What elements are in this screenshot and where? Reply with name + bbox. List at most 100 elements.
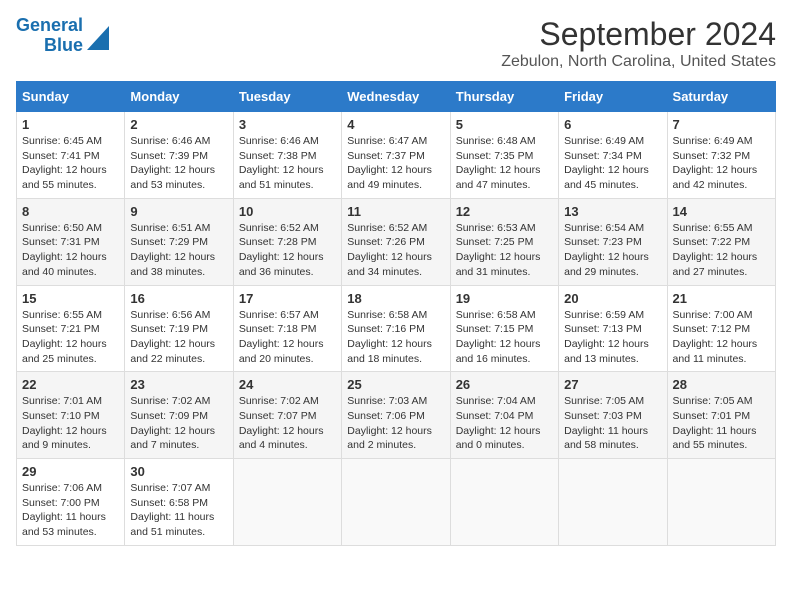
day-number: 26 <box>456 377 553 392</box>
day-number: 30 <box>130 464 227 479</box>
day-number: 28 <box>673 377 770 392</box>
logo-text: General <box>16 16 83 36</box>
day-number: 29 <box>22 464 119 479</box>
day-number: 13 <box>564 204 661 219</box>
calendar-cell: 27 Sunrise: 7:05 AMSunset: 7:03 PMDayligh… <box>559 372 667 459</box>
day-number: 22 <box>22 377 119 392</box>
day-number: 23 <box>130 377 227 392</box>
calendar-cell: 8 Sunrise: 6:50 AMSunset: 7:31 PMDaylight… <box>17 198 125 285</box>
day-number: 18 <box>347 291 444 306</box>
calendar-cell: 17Sunrise: 6:57 AMSunset: 7:18 PMDayligh… <box>233 285 341 372</box>
day-number: 27 <box>564 377 661 392</box>
day-info: Sunrise: 6:52 AMSunset: 7:26 PMDaylight:… <box>347 221 444 280</box>
day-number: 11 <box>347 204 444 219</box>
logo-icon <box>87 22 109 50</box>
day-info: Sunrise: 6:58 AMSunset: 7:16 PMDaylight:… <box>347 308 444 367</box>
day-info: Sunrise: 6:46 AMSunset: 7:39 PMDaylight:… <box>130 134 227 193</box>
day-info: Sunrise: 7:01 AMSunset: 7:10 PMDaylight:… <box>22 394 119 453</box>
col-header-monday: Monday <box>125 82 233 112</box>
day-info: Sunrise: 6:46 AMSunset: 7:38 PMDaylight:… <box>239 134 336 193</box>
day-info: Sunrise: 6:55 AMSunset: 7:22 PMDaylight:… <box>673 221 770 280</box>
logo-text2: Blue <box>44 36 83 56</box>
calendar-cell: 20Sunrise: 6:59 AMSunset: 7:13 PMDayligh… <box>559 285 667 372</box>
day-info: Sunrise: 6:50 AMSunset: 7:31 PMDaylight:… <box>22 221 119 280</box>
calendar-cell: 16 Sunrise: 6:56 AMSunset: 7:19 PMDayligh… <box>125 285 233 372</box>
day-number: 10 <box>239 204 336 219</box>
col-header-saturday: Saturday <box>667 82 775 112</box>
day-info: Sunrise: 7:02 AMSunset: 7:07 PMDaylight:… <box>239 394 336 453</box>
calendar-cell: 7 Sunrise: 6:49 AMSunset: 7:32 PMDaylight… <box>667 112 775 199</box>
calendar-cell <box>342 459 450 546</box>
calendar-cell: 30Sunrise: 7:07 AMSunset: 6:58 PMDayligh… <box>125 459 233 546</box>
day-number: 5 <box>456 117 553 132</box>
day-info: Sunrise: 7:00 AMSunset: 7:12 PMDaylight:… <box>673 308 770 367</box>
calendar-cell: 4 Sunrise: 6:47 AMSunset: 7:37 PMDaylight… <box>342 112 450 199</box>
calendar-subtitle: Zebulon, North Carolina, United States <box>501 53 776 71</box>
day-info: Sunrise: 6:54 AMSunset: 7:23 PMDaylight:… <box>564 221 661 280</box>
calendar-cell: 3 Sunrise: 6:46 AMSunset: 7:38 PMDaylight… <box>233 112 341 199</box>
calendar-cell: 12 Sunrise: 6:53 AMSunset: 7:25 PMDayligh… <box>450 198 558 285</box>
day-info: Sunrise: 6:48 AMSunset: 7:35 PMDaylight:… <box>456 134 553 193</box>
calendar-cell: 13 Sunrise: 6:54 AMSunset: 7:23 PMDayligh… <box>559 198 667 285</box>
calendar-cell <box>233 459 341 546</box>
col-header-wednesday: Wednesday <box>342 82 450 112</box>
day-info: Sunrise: 6:55 AMSunset: 7:21 PMDaylight:… <box>22 308 119 367</box>
day-info: Sunrise: 7:05 AMSunset: 7:01 PMDaylight:… <box>673 394 770 453</box>
day-info: Sunrise: 7:02 AMSunset: 7:09 PMDaylight:… <box>130 394 227 453</box>
calendar-cell: 24 Sunrise: 7:02 AMSunset: 7:07 PMDayligh… <box>233 372 341 459</box>
day-info: Sunrise: 6:52 AMSunset: 7:28 PMDaylight:… <box>239 221 336 280</box>
calendar-cell: 22 Sunrise: 7:01 AMSunset: 7:10 PMDayligh… <box>17 372 125 459</box>
day-info: Sunrise: 6:49 AMSunset: 7:32 PMDaylight:… <box>673 134 770 193</box>
calendar-cell: 19 Sunrise: 6:58 AMSunset: 7:15 PMDayligh… <box>450 285 558 372</box>
day-info: Sunrise: 6:45 AMSunset: 7:41 PMDaylight:… <box>22 134 119 193</box>
calendar-cell: 28 Sunrise: 7:05 AMSunset: 7:01 PMDayligh… <box>667 372 775 459</box>
calendar-cell: 23 Sunrise: 7:02 AMSunset: 7:09 PMDayligh… <box>125 372 233 459</box>
title-block: September 2024 Zebulon, North Carolina, … <box>501 16 776 71</box>
day-number: 3 <box>239 117 336 132</box>
calendar-cell <box>559 459 667 546</box>
col-header-thursday: Thursday <box>450 82 558 112</box>
page-header: General Blue September 2024 Zebulon, Nor… <box>16 16 776 71</box>
day-number: 20 <box>564 291 661 306</box>
calendar-cell: 2 Sunrise: 6:46 AMSunset: 7:39 PMDaylight… <box>125 112 233 199</box>
day-number: 12 <box>456 204 553 219</box>
day-info: Sunrise: 6:47 AMSunset: 7:37 PMDaylight:… <box>347 134 444 193</box>
calendar-cell: 10 Sunrise: 6:52 AMSunset: 7:28 PMDayligh… <box>233 198 341 285</box>
day-info: Sunrise: 6:56 AMSunset: 7:19 PMDaylight:… <box>130 308 227 367</box>
day-number: 8 <box>22 204 119 219</box>
day-number: 7 <box>673 117 770 132</box>
col-header-sunday: Sunday <box>17 82 125 112</box>
day-number: 16 <box>130 291 227 306</box>
calendar-cell <box>450 459 558 546</box>
day-info: Sunrise: 7:03 AMSunset: 7:06 PMDaylight:… <box>347 394 444 453</box>
calendar-cell: 29 Sunrise: 7:06 AMSunset: 7:00 PMDayligh… <box>17 459 125 546</box>
calendar-cell: 21 Sunrise: 7:00 AMSunset: 7:12 PMDayligh… <box>667 285 775 372</box>
col-header-tuesday: Tuesday <box>233 82 341 112</box>
calendar-table: SundayMondayTuesdayWednesdayThursdayFrid… <box>16 81 776 546</box>
day-number: 21 <box>673 291 770 306</box>
day-number: 15 <box>22 291 119 306</box>
day-info: Sunrise: 6:53 AMSunset: 7:25 PMDaylight:… <box>456 221 553 280</box>
calendar-cell: 25Sunrise: 7:03 AMSunset: 7:06 PMDayligh… <box>342 372 450 459</box>
calendar-cell: 6 Sunrise: 6:49 AMSunset: 7:34 PMDaylight… <box>559 112 667 199</box>
day-number: 24 <box>239 377 336 392</box>
day-number: 4 <box>347 117 444 132</box>
calendar-cell: 15 Sunrise: 6:55 AMSunset: 7:21 PMDayligh… <box>17 285 125 372</box>
day-info: Sunrise: 6:57 AMSunset: 7:18 PMDaylight:… <box>239 308 336 367</box>
day-number: 2 <box>130 117 227 132</box>
day-info: Sunrise: 7:06 AMSunset: 7:00 PMDaylight:… <box>22 481 119 540</box>
day-number: 9 <box>130 204 227 219</box>
calendar-cell: 9Sunrise: 6:51 AMSunset: 7:29 PMDaylight… <box>125 198 233 285</box>
day-info: Sunrise: 6:49 AMSunset: 7:34 PMDaylight:… <box>564 134 661 193</box>
calendar-cell: 18 Sunrise: 6:58 AMSunset: 7:16 PMDayligh… <box>342 285 450 372</box>
calendar-cell <box>667 459 775 546</box>
logo: General Blue <box>16 16 109 56</box>
calendar-title: September 2024 <box>501 16 776 53</box>
day-info: Sunrise: 6:58 AMSunset: 7:15 PMDaylight:… <box>456 308 553 367</box>
calendar-cell: 14Sunrise: 6:55 AMSunset: 7:22 PMDayligh… <box>667 198 775 285</box>
calendar-cell: 26Sunrise: 7:04 AMSunset: 7:04 PMDayligh… <box>450 372 558 459</box>
day-info: Sunrise: 7:05 AMSunset: 7:03 PMDaylight:… <box>564 394 661 453</box>
day-number: 6 <box>564 117 661 132</box>
calendar-cell: 1Sunrise: 6:45 AMSunset: 7:41 PMDaylight… <box>17 112 125 199</box>
day-number: 19 <box>456 291 553 306</box>
